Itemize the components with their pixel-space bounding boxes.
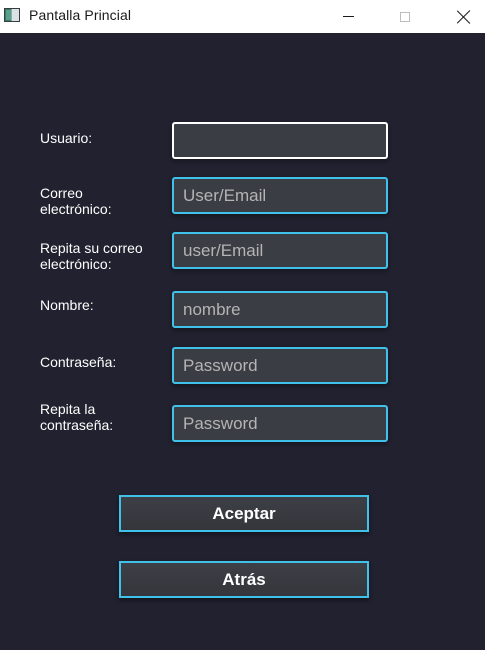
usuario-input[interactable]	[172, 122, 388, 159]
minimize-button[interactable]	[325, 0, 371, 33]
close-icon	[457, 10, 471, 24]
app-icon	[4, 8, 20, 22]
minimize-icon	[342, 16, 354, 17]
maximize-icon	[400, 11, 410, 22]
correo-label: Correo electrónico:	[40, 185, 112, 217]
usuario-label: Usuario:	[40, 130, 93, 146]
back-button[interactable]: Atrás	[119, 561, 369, 598]
email-input[interactable]	[172, 177, 388, 214]
password-repeat-input[interactable]	[172, 405, 388, 442]
password-input[interactable]	[172, 347, 388, 384]
password-label: Contraseña:	[40, 354, 117, 370]
maximize-button[interactable]	[382, 0, 428, 33]
nombre-label: Nombre:	[40, 297, 94, 313]
close-button[interactable]	[441, 0, 485, 33]
accept-button[interactable]: Aceptar	[119, 495, 369, 532]
password-repeat-label: Repita la contraseña:	[40, 401, 114, 433]
nombre-input[interactable]	[172, 291, 388, 328]
window-title: Pantalla Princial	[29, 7, 132, 23]
correo-repeat-label: Repita su correo electrónico:	[40, 240, 143, 272]
email-repeat-input[interactable]	[172, 232, 388, 269]
title-bar: Pantalla Princial	[0, 0, 485, 33]
